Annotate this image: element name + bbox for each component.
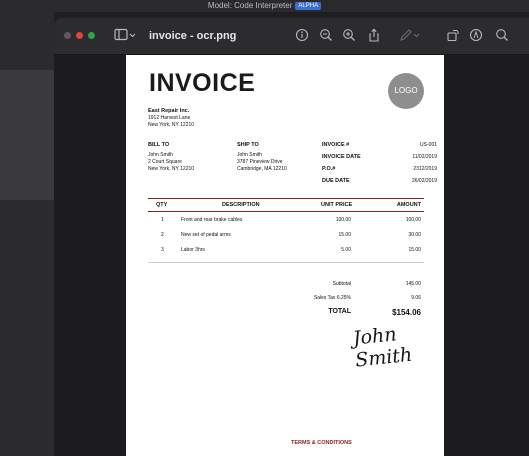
meta-label: DUE DATE (322, 178, 350, 184)
terms-heading: TERMS & CONDITIONS (291, 440, 352, 446)
invoice-meta: INVOICE # US-001 INVOICE DATE 11/02/2019… (322, 142, 437, 190)
window-title: invoice - ocr.png (149, 30, 237, 42)
meta-row: INVOICE DATE 11/02/2019 (322, 154, 437, 166)
column-header-amount: AMOUNT (396, 202, 421, 208)
table-row: 2 New set of pedal arms 15.00 30.00 (126, 232, 444, 242)
bill-to-block: BILL TO John Smith 2 Court Square New Yo… (148, 142, 194, 173)
row-qty: 3 (161, 247, 164, 253)
column-header-description: DESCRIPTION (222, 202, 260, 208)
ship-to-block: SHIP TO John Smith 3787 Pineview Drive C… (237, 142, 287, 173)
info-icon[interactable] (295, 28, 309, 47)
company-city: New York, NY 12210 (148, 122, 195, 128)
total-label: TOTAL (328, 308, 351, 315)
row-amount: 15.00 (408, 247, 421, 253)
table-bottom-rule (148, 262, 424, 263)
maximize-window-button[interactable] (88, 32, 95, 39)
company-street: 1912 Harvest Lane (148, 115, 191, 121)
document-view[interactable]: INVOICE LOGO East Repair Inc. 1912 Harve… (54, 55, 529, 456)
tax-value: 9.06 (411, 295, 421, 301)
company-block: East Repair Inc. 1912 Harvest Lane New Y… (148, 108, 194, 129)
row-description: Labor 3hrs (181, 247, 205, 253)
meta-row: INVOICE # US-001 (322, 142, 437, 154)
tax-label: Sales Tax 6.25% (313, 295, 351, 301)
table-header-rule (148, 211, 424, 212)
company-name: East Repair Inc. (148, 108, 190, 114)
row-amount: 30.00 (408, 232, 421, 238)
meta-label: INVOICE # (322, 142, 350, 148)
row-unit-price: 15.00 (338, 232, 351, 238)
meta-value: 26/02/2019 (411, 178, 437, 184)
preview-window: invoice - ocr.png INVOICE LOGO East Repa… (54, 18, 529, 456)
row-description: New set of pedal arms (181, 232, 231, 238)
rotate-icon[interactable] (446, 28, 460, 47)
total-value: $154.06 (392, 308, 421, 317)
row-qty: 1 (161, 217, 164, 223)
logo-placeholder: LOGO (388, 73, 424, 109)
handwritten-signature: John Smith (351, 323, 414, 372)
column-header-qty: QTY (156, 202, 168, 208)
row-amount: 100.00 (405, 217, 421, 223)
background-app-band (0, 70, 54, 200)
sidebar-toggle-icon[interactable] (114, 28, 136, 47)
meta-label: P.O.# (322, 166, 336, 172)
close-window-button[interactable] (64, 32, 71, 39)
meta-row: P.O.# 2312/2019 (322, 166, 437, 178)
row-qty: 2 (161, 232, 164, 238)
highlight-pen-icon[interactable] (399, 28, 421, 47)
menu-bar: Model: Code Interpreter ALPHA (0, 0, 529, 12)
table-row: 1 Front and rear brake cables 100.00 100… (126, 217, 444, 227)
meta-label: INVOICE DATE (322, 154, 361, 160)
table-row: 3 Labor 3hrs 5.00 15.00 (126, 247, 444, 257)
ship-to-label: SHIP TO (237, 142, 259, 148)
meta-value: 11/02/2019 (412, 154, 437, 160)
meta-value: 2312/2019 (413, 166, 437, 172)
search-icon[interactable] (495, 28, 509, 47)
subtotal-value: 145.00 (405, 281, 421, 287)
row-unit-price: 100.00 (335, 217, 351, 223)
row-description: Front and rear brake cables (181, 217, 243, 223)
menubar-title: Model: Code Interpreter (207, 1, 293, 10)
table-top-rule (148, 198, 424, 199)
column-header-unit-price: UNIT PRICE (321, 202, 353, 208)
meta-value: US-001 (420, 142, 437, 148)
ship-to-line: 3787 Pineview Drive (237, 159, 283, 165)
alpha-badge: ALPHA (295, 2, 322, 10)
zoom-in-icon[interactable] (342, 28, 356, 47)
ship-to-line: John Smith (237, 152, 263, 158)
toolbar: invoice - ocr.png (54, 18, 529, 55)
markup-icon[interactable] (469, 28, 483, 47)
invoice-page: INVOICE LOGO East Repair Inc. 1912 Harve… (126, 55, 444, 456)
subtotal-label: Subtotal (332, 281, 351, 287)
row-unit-price: 5.00 (341, 247, 351, 253)
share-icon[interactable] (367, 28, 381, 47)
bill-to-line: New York, NY 12210 (148, 166, 195, 172)
bill-to-line: 2 Court Square (148, 159, 182, 165)
ship-to-line: Cambridge, MA 12210 (237, 166, 287, 172)
minimize-window-button[interactable] (76, 32, 83, 39)
bill-to-label: BILL TO (148, 142, 170, 148)
zoom-out-icon[interactable] (319, 28, 333, 47)
bill-to-line: John Smith (148, 152, 174, 158)
meta-row: DUE DATE 26/02/2019 (322, 178, 437, 190)
invoice-title: INVOICE (149, 69, 256, 97)
